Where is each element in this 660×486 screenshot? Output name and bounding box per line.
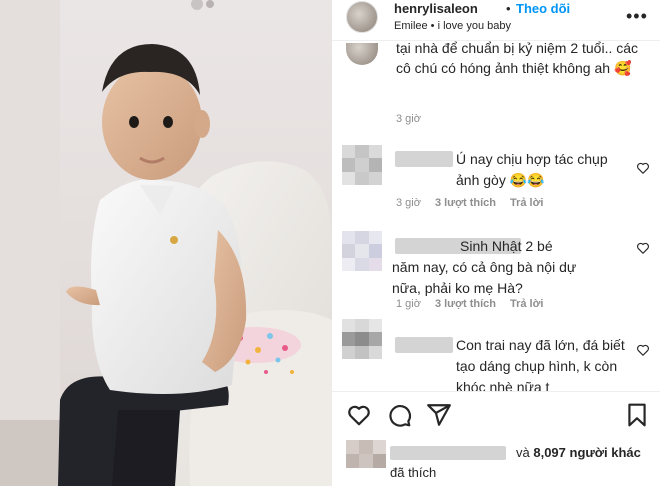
likes-count[interactable]: 8,097 người khác xyxy=(533,445,641,460)
caption-avatar[interactable] xyxy=(346,43,378,65)
comment-icon[interactable] xyxy=(386,402,412,428)
comments-list[interactable]: tại nhà để chuẩn bị kỷ niệm 2 tuổi.. các… xyxy=(332,41,660,391)
comments-divider xyxy=(332,391,660,392)
bookmark-icon[interactable] xyxy=(624,402,650,428)
toddler-photo xyxy=(0,0,332,486)
reply-button[interactable]: Trả lời xyxy=(510,298,544,310)
likes-summary[interactable]: và 8,097 người khác đã thích xyxy=(390,443,652,483)
comment-meta: 1 giờ 3 lượt thích Trả lời xyxy=(396,298,543,310)
caption-time: 3 giờ xyxy=(396,113,421,125)
liker-avatar[interactable] xyxy=(346,440,386,468)
more-horizontal-icon[interactable]: ••• xyxy=(626,6,648,27)
likes-prefix: và xyxy=(516,445,530,460)
comment-text: Con trai nay đã lớn, đá biết tạo dáng ch… xyxy=(456,337,625,391)
audio-subtitle[interactable]: Emilee • i love you baby xyxy=(394,20,511,32)
comment-time: 1 giờ xyxy=(396,298,421,310)
comment-meta: 3 giờ 3 lượt thích Trả lời xyxy=(396,197,543,209)
comment-text: Sinh Nhật 2 bé năm nay, có cả ông bà nội… xyxy=(392,238,577,296)
follow-button[interactable]: Theo dõi xyxy=(516,1,570,16)
commenter-name-redacted[interactable] xyxy=(395,337,453,353)
post-actions xyxy=(332,402,660,430)
post-photo xyxy=(0,0,332,486)
reply-button[interactable]: Trả lời xyxy=(510,197,544,209)
comment-heart-icon[interactable] xyxy=(636,161,650,175)
post-header: henrylisaleon • Theo dõi Emilee • i love… xyxy=(332,0,660,40)
comment-text: Ú nay chịu hợp tác chụp ảnh gòy 😂😂 xyxy=(456,151,608,188)
commenter-avatar[interactable] xyxy=(342,145,382,185)
comment-likes[interactable]: 3 lượt thích xyxy=(435,197,496,209)
commenter-name-redacted[interactable] xyxy=(395,151,453,167)
comment-time: 3 giờ xyxy=(396,197,421,209)
heart-icon[interactable] xyxy=(346,402,372,428)
caption-text: tại nhà để chuẩn bị kỷ niệm 2 tuổi.. các… xyxy=(396,41,639,76)
commenter-avatar[interactable] xyxy=(342,319,382,359)
likes-suffix: đã thích xyxy=(390,465,437,480)
header-separator: • xyxy=(506,1,511,16)
author-username[interactable]: henrylisaleon xyxy=(394,1,478,16)
comment-heart-icon[interactable] xyxy=(636,241,650,255)
commenter-avatar[interactable] xyxy=(342,231,382,271)
post-sidebar: henrylisaleon • Theo dõi Emilee • i love… xyxy=(332,0,660,486)
author-avatar[interactable] xyxy=(346,1,378,33)
comment-likes[interactable]: 3 lượt thích xyxy=(435,298,496,310)
comment-heart-icon[interactable] xyxy=(636,343,650,357)
share-icon[interactable] xyxy=(426,402,452,428)
